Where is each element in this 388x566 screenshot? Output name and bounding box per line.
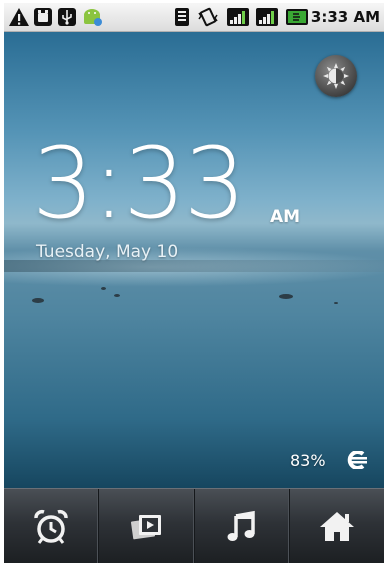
dock-alarm-button[interactable]	[4, 489, 100, 563]
music-note-icon	[227, 510, 255, 541]
signal-icon	[256, 8, 278, 26]
dock-home-button[interactable]	[290, 489, 384, 563]
wifi-icon	[175, 8, 189, 26]
usb-icon	[58, 8, 76, 26]
clock-time: 3:33	[32, 127, 246, 241]
charging-plug-icon	[347, 451, 367, 469]
signal-icon	[227, 8, 249, 26]
dock-bar	[4, 488, 384, 563]
brightness-button[interactable]	[315, 55, 357, 97]
battery-percent: 83%	[290, 451, 326, 470]
status-bar-time: 3:33 AM	[310, 8, 380, 26]
battery-charging-icon	[286, 9, 308, 25]
brightness-icon	[323, 63, 349, 89]
warning-icon	[9, 8, 29, 26]
clock-ampm: AM	[270, 207, 301, 227]
alarm-clock-icon	[34, 509, 68, 544]
vibrate-icon	[198, 7, 218, 27]
sd-card-icon	[34, 8, 52, 26]
android-debug-icon	[84, 9, 102, 26]
home-icon	[319, 511, 354, 541]
dock-gallery-button[interactable]	[99, 489, 195, 563]
gallery-icon	[131, 514, 162, 539]
status-bar: 3:33 AM	[4, 3, 384, 32]
dock-music-button[interactable]	[195, 489, 290, 563]
phone-screen: 3:33 AM 3:33 AM Tuesday, May 10 83%	[4, 3, 384, 563]
clock-date: Tuesday, May 10	[36, 242, 179, 262]
